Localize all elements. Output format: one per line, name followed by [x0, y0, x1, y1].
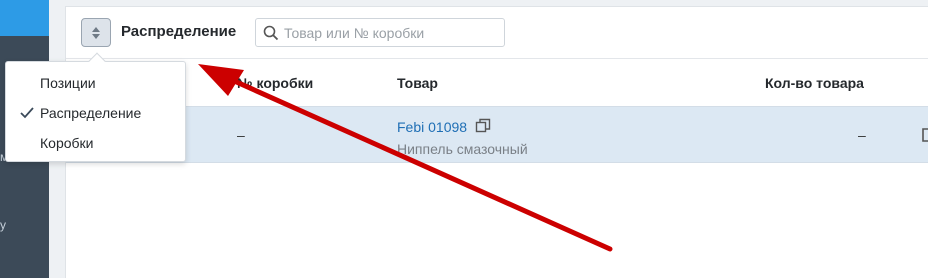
sort-arrows-icon [92, 26, 100, 39]
checkmark-icon [20, 107, 34, 119]
menu-item-label: Распределение [40, 105, 142, 121]
distribution-panel: Распределение № коробки Товар Кол-во тов… [65, 6, 928, 278]
menu-item-positions[interactable]: Позиции [6, 68, 185, 98]
menu-item-boxes[interactable]: Коробки [6, 128, 185, 158]
quantity-cell: – [858, 127, 866, 143]
column-header-box-number[interactable]: № коробки [237, 75, 313, 91]
column-header-quantity[interactable]: Кол-во товара [765, 75, 864, 91]
box-number-cell: – [237, 127, 245, 143]
menu-item-label: Коробки [40, 135, 94, 151]
nav-fragment-text: у [0, 218, 6, 232]
table-header: № коробки Товар Кол-во товара [66, 60, 928, 106]
copy-icon[interactable] [475, 118, 491, 134]
column-header-item[interactable]: Товар [397, 75, 438, 91]
search-input[interactable] [284, 22, 499, 44]
toolbar: Распределение [66, 7, 928, 59]
search-field[interactable] [255, 18, 505, 47]
view-mode-toggle-button[interactable] [81, 18, 111, 47]
nav-active-item[interactable] [0, 0, 49, 36]
row-action-icon[interactable] [921, 127, 928, 143]
item-code-link[interactable]: Febi 01098 [397, 119, 467, 135]
item-name-text: Ниппель смазочный [397, 141, 528, 157]
menu-item-distribution[interactable]: Распределение [6, 98, 185, 128]
view-mode-dropdown: Позиции Распределение Коробки [5, 52, 186, 162]
search-icon [263, 25, 279, 41]
page-title: Распределение [121, 23, 237, 40]
table-row[interactable]: – Febi 01098 Ниппель смазочный – [66, 106, 928, 163]
menu-item-label: Позиции [40, 75, 96, 91]
